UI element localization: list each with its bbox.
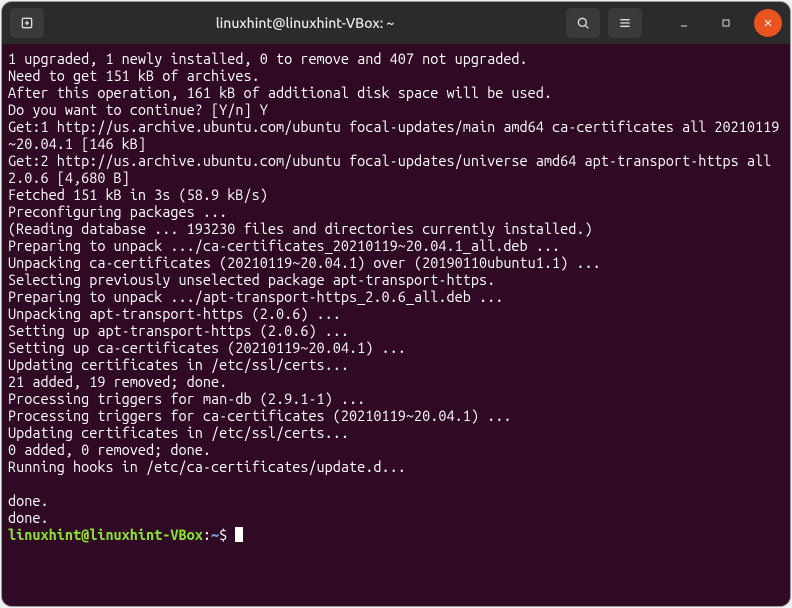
search-icon bbox=[575, 15, 591, 31]
prompt-path: ~ bbox=[211, 526, 219, 543]
prompt-sep: : bbox=[203, 526, 211, 543]
minimize-button[interactable] bbox=[670, 9, 698, 37]
cursor bbox=[235, 527, 243, 542]
hamburger-icon bbox=[617, 15, 633, 31]
close-button[interactable] bbox=[754, 9, 782, 37]
new-tab-button[interactable] bbox=[10, 8, 44, 38]
titlebar: linuxhint@linuxhint-VBox: ~ bbox=[2, 2, 790, 44]
minimize-icon bbox=[678, 17, 690, 29]
menu-button[interactable] bbox=[608, 8, 642, 38]
terminal-output: 1 upgraded, 1 newly installed, 0 to remo… bbox=[8, 50, 779, 526]
terminal-window: linuxhint@linuxhint-VBox: ~ 1 upgraded, … bbox=[2, 2, 790, 606]
prompt-user-host: linuxhint@linuxhint-VBox bbox=[8, 526, 203, 543]
close-icon bbox=[762, 17, 774, 29]
prompt-sigil: $ bbox=[219, 526, 227, 543]
terminal-body[interactable]: 1 upgraded, 1 newly installed, 0 to remo… bbox=[2, 44, 790, 606]
search-button[interactable] bbox=[566, 8, 600, 38]
maximize-icon bbox=[720, 17, 732, 29]
new-tab-icon bbox=[19, 15, 35, 31]
window-title: linuxhint@linuxhint-VBox: ~ bbox=[52, 15, 558, 31]
maximize-button[interactable] bbox=[712, 9, 740, 37]
